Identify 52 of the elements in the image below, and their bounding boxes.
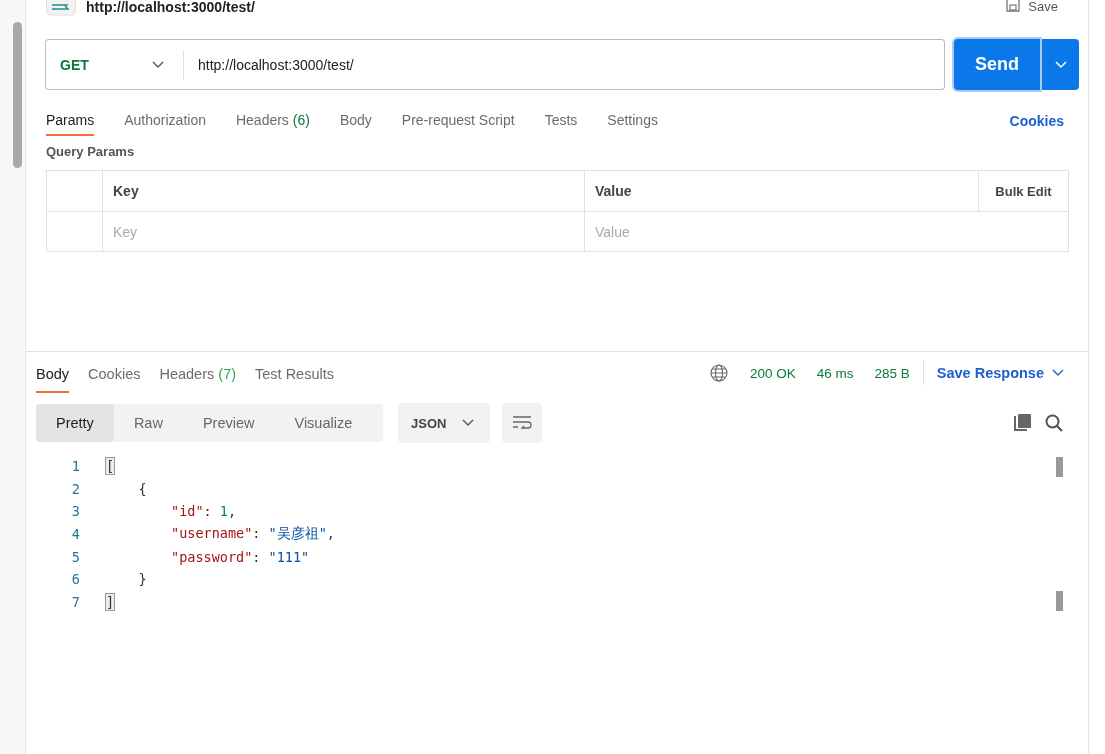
view-mode-tab[interactable]: Raw (113, 404, 183, 442)
line-number: 6 (70, 571, 80, 588)
response-tab[interactable]: Test Results (255, 353, 334, 393)
scroll-marker (1056, 457, 1063, 477)
code-line: "password": "111" (170, 548, 310, 565)
line-number: 5 (70, 548, 80, 565)
request-tab[interactable]: Headers (6) (235, 106, 310, 136)
send-button[interactable]: Send (954, 39, 1040, 90)
view-mode-tab[interactable]: Preview (182, 404, 275, 442)
line-number: 7 (70, 593, 80, 610)
line-number: 1 (70, 458, 80, 475)
cookies-link[interactable]: Cookies (1009, 113, 1064, 129)
code-line: } (137, 571, 147, 588)
copy-icon[interactable] (1012, 413, 1032, 433)
request-tab[interactable]: Settings (607, 106, 658, 136)
response-tab[interactable]: Cookies (88, 353, 141, 393)
code-line: { (137, 480, 147, 497)
view-mode-tab[interactable]: Visualize (274, 404, 373, 442)
status-code: 200 OK (749, 365, 796, 381)
response-time: 46 ms (816, 365, 854, 381)
request-tab[interactable]: Authorization (124, 106, 206, 136)
save-response-button[interactable]: Save Response (936, 365, 1064, 381)
request-tab[interactable]: Pre-request Script (401, 106, 515, 136)
save-button[interactable]: Save (1006, 0, 1058, 13)
response-tab[interactable]: Body (36, 353, 70, 393)
response-tab[interactable]: Headers (7) (159, 353, 237, 393)
line-number: 3 (70, 503, 80, 520)
chevron-down-icon (1054, 61, 1067, 69)
wrap-lines-button[interactable] (502, 403, 543, 443)
line-number: 4 (70, 526, 80, 543)
response-size: 285 B (874, 365, 910, 381)
line-number: 2 (70, 480, 80, 497)
scrollbar-thumb[interactable] (13, 22, 22, 168)
view-mode-tab[interactable]: Pretty (36, 404, 114, 442)
code-line: "username": "吴彦祖", (170, 525, 335, 544)
floppy-icon (1006, 0, 1021, 12)
code-line: "id": 1, (170, 503, 237, 520)
request-title: http://localhost:3000/test/ (86, 0, 255, 14)
http-icon (46, 0, 76, 16)
key-field[interactable]: Key (103, 211, 585, 251)
chevron-down-icon (1052, 369, 1064, 377)
chevron-down-icon (462, 419, 475, 427)
globe-icon[interactable] (708, 363, 729, 383)
format-dropdown[interactable]: JSON (398, 403, 491, 443)
search-icon[interactable] (1044, 413, 1064, 433)
section-title: Query Params (46, 144, 136, 159)
request-tab[interactable]: Body (339, 106, 372, 136)
request-tab[interactable]: Tests (544, 106, 578, 136)
request-tab[interactable]: Params (46, 106, 95, 136)
scroll-marker (1056, 591, 1063, 611)
bulk-edit-button[interactable]: Bulk Edit (979, 171, 1068, 211)
wrap-lines-icon (512, 415, 533, 431)
